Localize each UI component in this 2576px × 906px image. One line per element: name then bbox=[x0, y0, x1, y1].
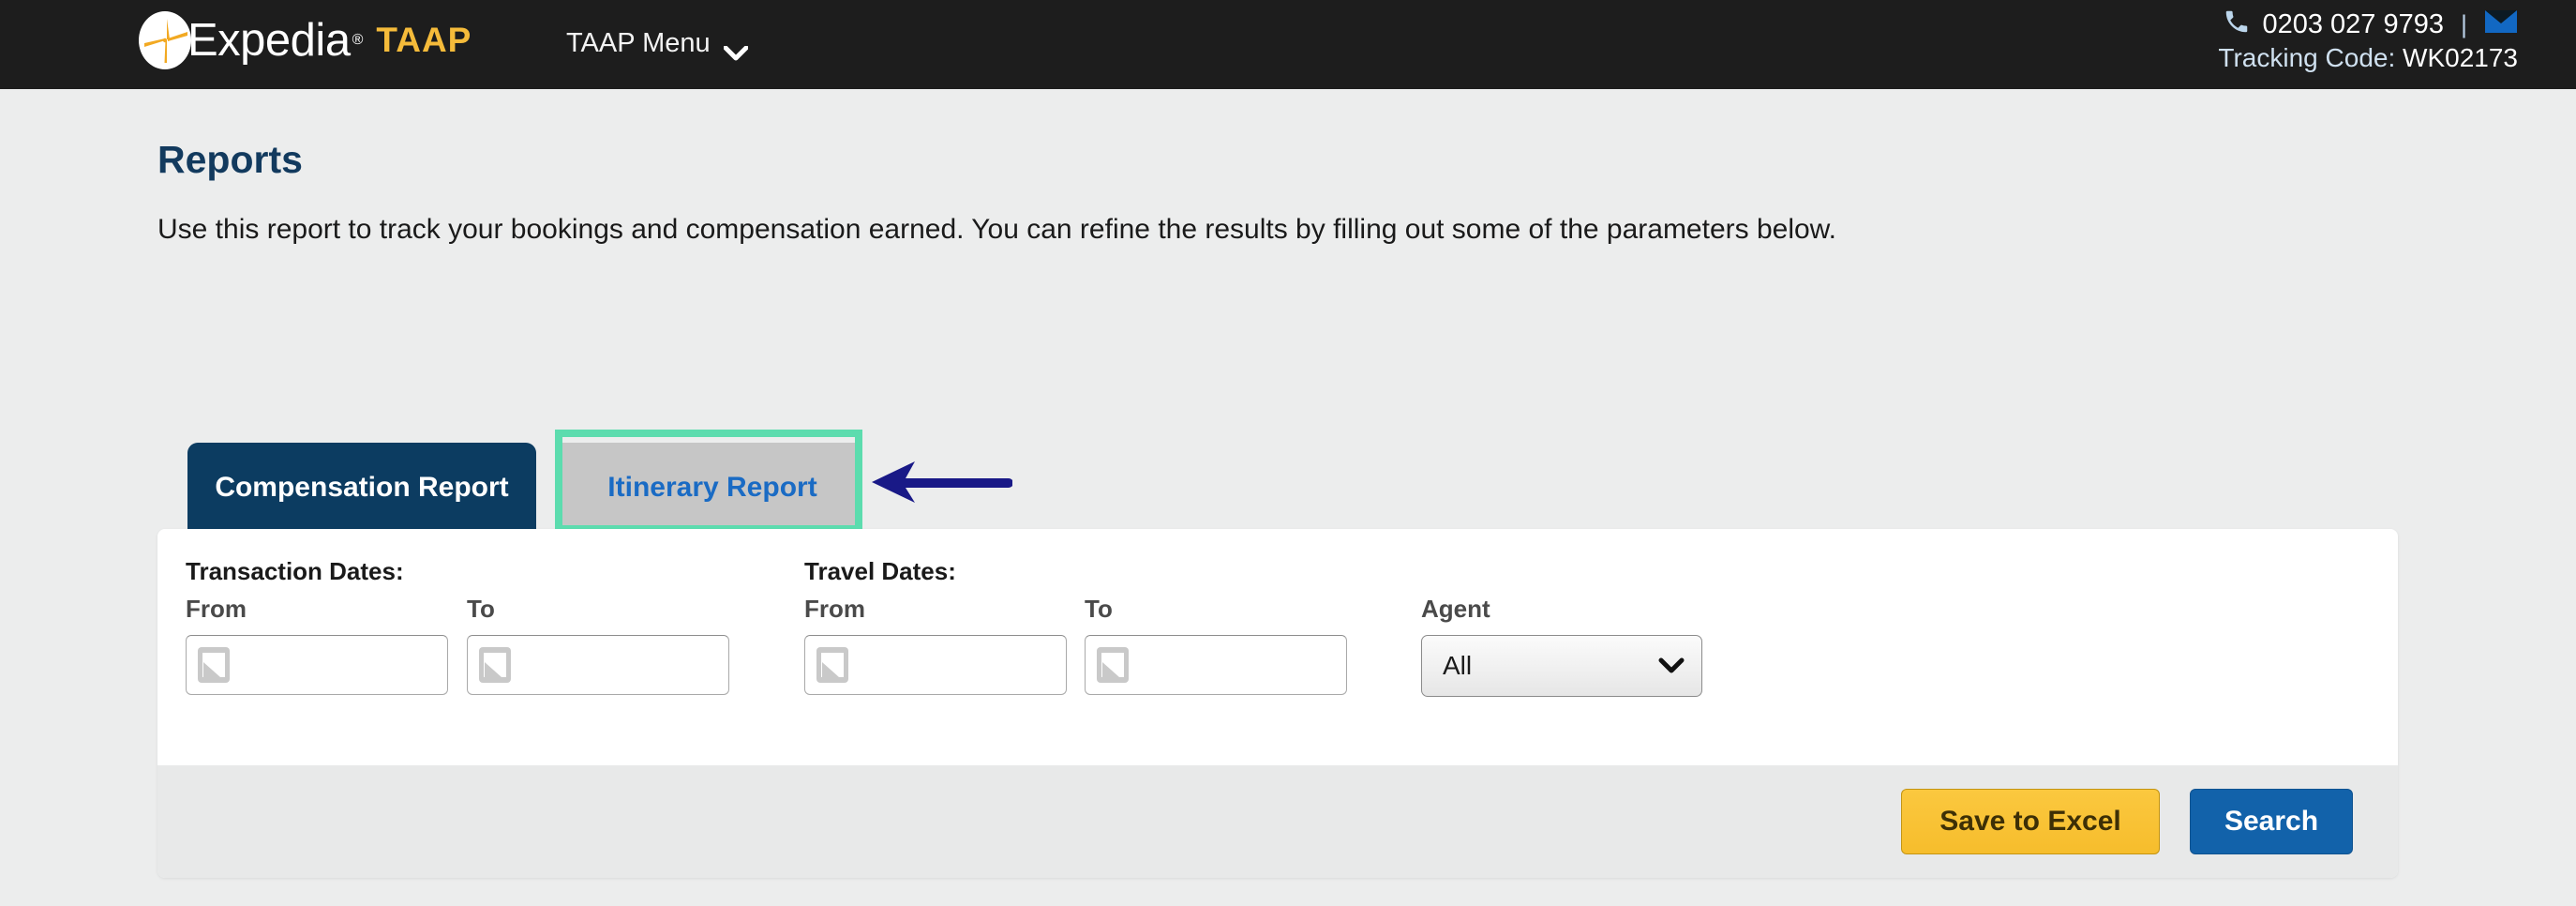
report-filters-body: Transaction Dates: From To Travel Dates:… bbox=[157, 529, 2398, 765]
report-filters-panel: Transaction Dates: From To Travel Dates:… bbox=[157, 529, 2398, 878]
transaction-dates-heading: Transaction Dates: bbox=[186, 557, 404, 585]
agent-select[interactable]: All bbox=[1421, 635, 1702, 697]
tracking-code-value: WK02173 bbox=[2403, 43, 2518, 72]
header-separator: | bbox=[2460, 9, 2467, 38]
agent-label: Agent bbox=[1421, 595, 1490, 623]
search-label: Search bbox=[2224, 806, 2319, 837]
brand-name: Expedia bbox=[187, 15, 351, 66]
page-title: Reports bbox=[157, 138, 303, 181]
phone-icon bbox=[2223, 8, 2251, 41]
brand-registered-mark: ® bbox=[352, 32, 364, 48]
save-to-excel-label: Save to Excel bbox=[1939, 806, 2121, 837]
brand-taap-label: TAAP bbox=[376, 21, 472, 59]
transaction-date-to-input[interactable] bbox=[467, 635, 729, 695]
tab-itinerary-report[interactable]: Itinerary Report bbox=[562, 443, 862, 533]
travel-date-from-input[interactable] bbox=[804, 635, 1067, 695]
search-button[interactable]: Search bbox=[2190, 789, 2353, 854]
agent-select-value: All bbox=[1443, 651, 1473, 680]
expedia-taap-logo[interactable]: Expedia ® TAAP bbox=[139, 11, 472, 69]
travel-date-to-input[interactable] bbox=[1085, 635, 1347, 695]
tracking-code-label: Tracking Code: bbox=[2218, 43, 2396, 72]
tab-compensation-report[interactable]: Compensation Report bbox=[187, 443, 536, 533]
taap-menu-button[interactable]: TAAP Menu bbox=[566, 28, 748, 60]
tab-compensation-report-label: Compensation Report bbox=[215, 472, 509, 503]
save-to-excel-button[interactable]: Save to Excel bbox=[1901, 789, 2160, 854]
travel-date-from-label: From bbox=[804, 595, 865, 623]
broken-image-icon bbox=[479, 647, 511, 683]
expedia-plane-logo-icon bbox=[139, 11, 191, 69]
chevron-down-icon bbox=[1658, 651, 1685, 681]
report-filters-footer: Save to Excel Search bbox=[157, 765, 2398, 878]
agent-field: Agent All bbox=[1421, 595, 1702, 697]
travel-date-to-label: To bbox=[1085, 595, 1113, 623]
phone-number[interactable]: 0203 027 9793 bbox=[2262, 8, 2444, 42]
tab-itinerary-report-label: Itinerary Report bbox=[607, 472, 817, 503]
envelope-icon[interactable] bbox=[2484, 9, 2518, 39]
annotation-arrow-icon bbox=[872, 458, 1013, 506]
taap-menu-label: TAAP Menu bbox=[566, 28, 711, 58]
transaction-date-from-field: From bbox=[186, 595, 448, 695]
broken-image-icon bbox=[816, 647, 848, 683]
top-header-bar: Expedia ® TAAP TAAP Menu 0203 027 9793 | bbox=[0, 0, 2576, 89]
header-contact-block: 0203 027 9793 | Tracking Code: WK02173 bbox=[2218, 8, 2518, 74]
transaction-date-to-field: To bbox=[467, 595, 729, 695]
travel-date-from-field: From bbox=[804, 595, 1067, 695]
travel-date-to-field: To bbox=[1085, 595, 1347, 695]
broken-image-icon bbox=[198, 647, 230, 683]
broken-image-icon bbox=[1097, 647, 1129, 683]
transaction-date-from-label: From bbox=[186, 595, 247, 623]
tracking-code-text: Tracking Code: WK02173 bbox=[2218, 41, 2518, 74]
transaction-date-from-input[interactable] bbox=[186, 635, 448, 695]
transaction-date-to-label: To bbox=[467, 595, 495, 623]
page-description: Use this report to track your bookings a… bbox=[157, 214, 1837, 245]
contact-phone-row: 0203 027 9793 | bbox=[2218, 8, 2518, 41]
travel-dates-heading: Travel Dates: bbox=[804, 557, 956, 585]
